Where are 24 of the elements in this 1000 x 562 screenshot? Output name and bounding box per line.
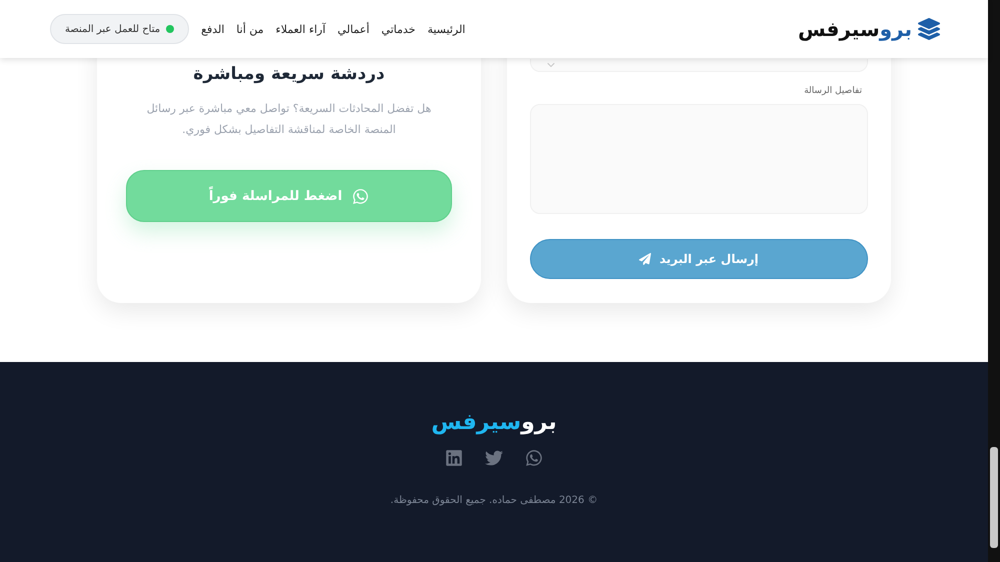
select-field[interactable] <box>530 59 868 72</box>
send-icon <box>639 253 652 265</box>
linkedin-icon <box>445 449 463 467</box>
linkedin-link[interactable] <box>445 449 463 467</box>
nav-link[interactable]: أعمالي <box>338 22 370 36</box>
footer-logo: بروسيرفس <box>431 410 557 435</box>
nav-link[interactable]: الرئيسية <box>427 22 466 36</box>
twitter-icon <box>485 449 503 467</box>
field-label: تفاصيل الرسالة <box>803 86 862 96</box>
nav-link[interactable]: آراء العملاء <box>276 22 326 36</box>
brand-logo[interactable]: بروسيرفس <box>798 17 912 41</box>
whatsapp-icon <box>352 188 370 204</box>
copyright-text: © 2026 مصطفى حماده. جميع الحقوق محفوظة. <box>390 495 598 506</box>
stack-icon <box>918 18 940 40</box>
nav-link[interactable]: الدفع <box>201 22 224 36</box>
status-text: متاح للعمل عبر المنصة <box>65 24 160 34</box>
scroll-thumb[interactable] <box>990 447 998 548</box>
nav-link[interactable]: من أنا <box>236 22 264 36</box>
card-title: دردشة سريعة ومباشرة <box>193 64 385 84</box>
twitter-link[interactable] <box>485 449 503 467</box>
card-description: هل تفضل المحادثات السريعة؟ تواصل معي مباشرة عبر رسائل المنصة الخاصة لمناقشة التفاصيل بشكل فوري. <box>146 101 432 138</box>
whatsapp-link[interactable] <box>525 449 543 467</box>
nav-link[interactable]: خدماتي <box>381 22 416 36</box>
whatsapp-icon <box>525 449 543 467</box>
